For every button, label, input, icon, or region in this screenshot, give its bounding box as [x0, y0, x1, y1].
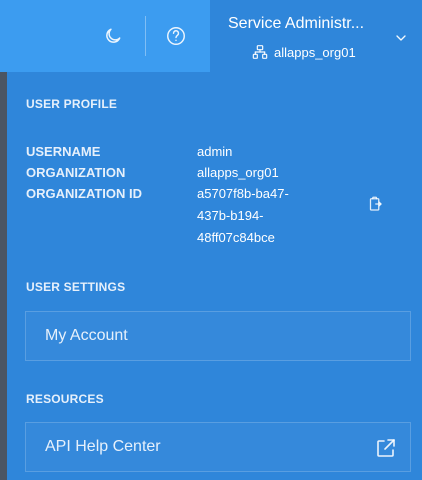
organization-id-line-1: a5707f8b-ba47- [197, 186, 289, 201]
username-value: admin [197, 144, 233, 159]
external-link-icon [374, 436, 398, 460]
theme-toggle-button[interactable] [95, 18, 131, 54]
header-divider [145, 16, 146, 56]
help-icon [165, 25, 187, 47]
api-help-center-button[interactable]: API Help Center [25, 422, 411, 472]
copy-organization-id-button[interactable] [366, 195, 384, 213]
resources-title: RESOURCES [26, 392, 104, 406]
user-menu-dropdown[interactable] [393, 30, 409, 46]
organization-id-label: ORGANIZATION ID [26, 186, 143, 201]
user-settings-title: USER SETTINGS [26, 280, 126, 294]
moon-icon [103, 26, 123, 46]
my-account-button[interactable]: My Account [25, 311, 411, 361]
chevron-down-icon [393, 30, 409, 46]
org-line[interactable]: allapps_org01 [252, 44, 356, 60]
left-edge-strip [0, 72, 7, 480]
my-account-label: My Account [45, 327, 128, 344]
org-tree-icon [252, 44, 268, 60]
user-profile-title: USER PROFILE [26, 97, 118, 111]
help-button[interactable] [158, 18, 194, 54]
user-display-name[interactable]: Service Administr... [228, 15, 388, 33]
organization-label: ORGANIZATION [26, 165, 126, 180]
org-name: allapps_org01 [274, 44, 356, 60]
username-label: USERNAME [26, 144, 101, 159]
api-help-center-label: API Help Center [45, 438, 161, 455]
copy-icon [366, 195, 384, 213]
organization-id-line-3: 48ff07c84bce [197, 230, 275, 245]
user-menu-trigger[interactable] [210, 0, 422, 72]
user-menu-panel: Service Administr... allapps_org01 USER … [0, 0, 422, 480]
organization-id-line-2: 437b-b194- [197, 208, 264, 223]
organization-value: allapps_org01 [197, 165, 279, 180]
